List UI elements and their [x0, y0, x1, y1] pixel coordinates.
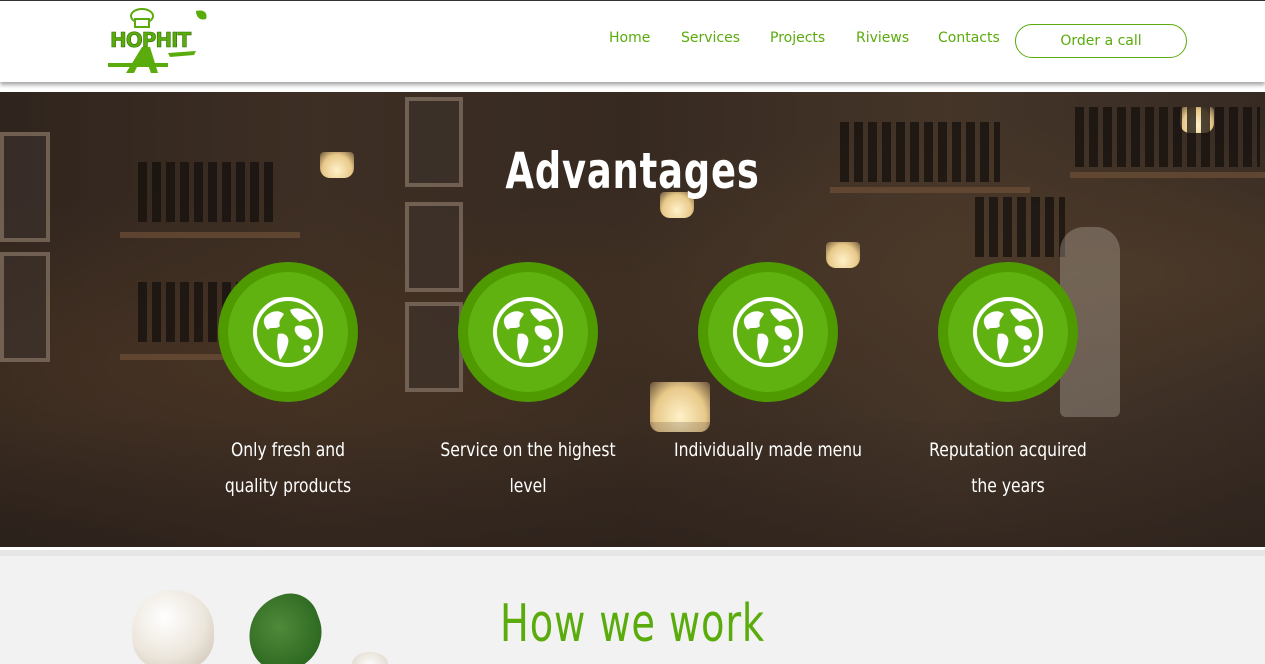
site-header: HOPHIT Home Services Projects Riviews Co… — [0, 0, 1265, 82]
logo-graphic: HOPHIT — [108, 8, 207, 73]
order-call-button[interactable]: Order a call — [1015, 24, 1187, 58]
globe-icon — [253, 297, 323, 367]
advantage-circle — [938, 262, 1078, 402]
advantages-title: Advantages — [505, 142, 760, 200]
advantage-text-service: Service on the highest level — [440, 439, 616, 497]
advantage-circle — [698, 262, 838, 402]
advantages-section: Advantages Only fresh and quality produc… — [0, 92, 1265, 547]
advantage-circle — [218, 262, 358, 402]
globe-icon — [733, 297, 803, 367]
how-we-work-title: How we work — [500, 594, 765, 654]
nav-services[interactable]: Services — [681, 30, 740, 46]
nav-contacts[interactable]: Contacts — [938, 30, 1000, 46]
nav-projects[interactable]: Projects — [770, 30, 825, 46]
advantage-text-reputation: Reputation acquired the years — [929, 439, 1087, 497]
nav-reviews[interactable]: Riviews — [856, 30, 909, 46]
svg-text:HOPHIT: HOPHIT — [110, 28, 192, 52]
logo[interactable]: HOPHIT — [108, 7, 210, 75]
advantage-text-menu: Individually made menu — [673, 439, 863, 461]
nav-home[interactable]: Home — [609, 30, 650, 46]
globe-icon — [493, 297, 563, 367]
advantage-circle — [458, 262, 598, 402]
globe-icon — [973, 297, 1043, 367]
advantage-text-fresh-products: Only fresh and quality products — [224, 439, 352, 497]
how-we-work-section: How we work — [0, 550, 1265, 664]
